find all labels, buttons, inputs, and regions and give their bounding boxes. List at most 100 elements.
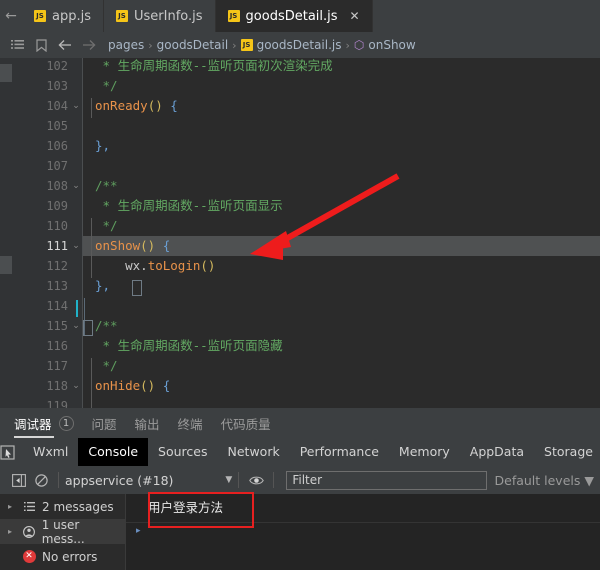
line-number: 104 bbox=[46, 99, 68, 113]
line-number: 115 bbox=[46, 319, 68, 333]
fold-toggle-icon[interactable]: ⌄ bbox=[70, 376, 82, 396]
tool-tab-label: 终端 bbox=[177, 416, 203, 432]
devtools-tab-network[interactable]: Network bbox=[218, 438, 290, 466]
console-sidebar-item-errors[interactable]: ✕ No errors bbox=[0, 544, 125, 569]
code-line[interactable]: onHide() { bbox=[95, 376, 170, 396]
js-file-icon: JS bbox=[240, 39, 253, 51]
code-token: * 生命周期函数--监听页面隐藏 bbox=[95, 338, 283, 353]
breadcrumb-item-onshow[interactable]: onShow bbox=[368, 38, 415, 52]
editor-tab-userinfo-js[interactable]: JS UserInfo.js bbox=[104, 0, 216, 32]
devtools-tab-memory[interactable]: Memory bbox=[389, 438, 460, 466]
devtools-tab-performance[interactable]: Performance bbox=[290, 438, 389, 466]
tool-tab-terminal[interactable]: 终端 bbox=[178, 414, 203, 433]
console-prompt-arrow-icon: ▸ bbox=[136, 526, 141, 536]
tab-scroll-back-button[interactable]: ← bbox=[0, 0, 22, 32]
console-filter-input[interactable]: Filter bbox=[286, 470, 487, 490]
editor-tab-goodsdetail-js[interactable]: JS goodsDetail.js ✕ bbox=[215, 0, 373, 32]
code-token: toLogin bbox=[147, 258, 201, 273]
console-sidebar-item-messages[interactable]: ▸ 2 messages bbox=[0, 494, 125, 519]
console-sidebar-item-user-messages[interactable]: ▸ 1 user mess... bbox=[0, 517, 125, 546]
clear-console-icon[interactable] bbox=[30, 469, 52, 491]
devtools-tab-sources[interactable]: Sources bbox=[148, 438, 217, 466]
code-content[interactable]: 102 * 生命周期函数--监听页面初次渲染完成 103 */104 ⌄ onRead… bbox=[46, 58, 600, 408]
code-token: { bbox=[155, 378, 171, 393]
live-expression-icon[interactable] bbox=[245, 469, 267, 491]
code-token: () bbox=[147, 98, 163, 113]
bracket-match-highlight bbox=[83, 320, 93, 336]
console-sidebar: ▸ 2 messages ▸ 1 user mess... ✕ No error… bbox=[0, 494, 126, 570]
back-arrow-icon[interactable] bbox=[54, 34, 76, 56]
breadcrumb-item-goodsdetail-js[interactable]: goodsDetail.js bbox=[257, 38, 342, 52]
user-icon bbox=[22, 525, 36, 538]
line-number: 112 bbox=[46, 259, 68, 273]
toolbar-divider bbox=[58, 472, 59, 488]
tool-tab-problems[interactable]: 问题 bbox=[92, 414, 117, 433]
chevron-down-icon: ▼ bbox=[584, 472, 594, 488]
code-line[interactable]: */ bbox=[95, 76, 118, 96]
code-line[interactable]: }, bbox=[95, 136, 110, 156]
panel-toggle-icon[interactable] bbox=[8, 469, 30, 491]
breadcrumb-item-pages[interactable]: pages bbox=[108, 38, 144, 52]
line-number: 103 bbox=[46, 79, 68, 93]
editor-tab-label: goodsDetail.js bbox=[245, 8, 338, 24]
list-icon bbox=[22, 502, 36, 511]
tool-tab-debugger[interactable]: 调试器 1 bbox=[14, 414, 74, 433]
devtools-panel: Wxml Console Sources Network Performance… bbox=[0, 438, 600, 570]
code-line[interactable]: * 生命周期函数--监听页面初次渲染完成 bbox=[95, 58, 333, 76]
editor-change-marker bbox=[0, 256, 12, 274]
forward-arrow-icon[interactable] bbox=[78, 34, 100, 56]
line-number: 107 bbox=[46, 159, 68, 173]
line-number: 113 bbox=[46, 279, 68, 293]
code-editor[interactable]: 102 * 生命周期函数--监听页面初次渲染完成 103 */104 ⌄ onRead… bbox=[0, 58, 600, 408]
code-line[interactable]: onShow() { bbox=[95, 236, 170, 256]
fold-toggle-icon[interactable]: ⌄ bbox=[70, 96, 82, 116]
editor-marker-stripe[interactable] bbox=[0, 58, 12, 408]
console-log-levels-dropdown[interactable]: Default levels ▼ bbox=[495, 473, 600, 488]
red-annotation-box bbox=[148, 492, 254, 528]
devtools-tab-appdata[interactable]: AppData bbox=[460, 438, 534, 466]
code-line[interactable]: * 生命周期函数--监听页面隐藏 bbox=[95, 336, 283, 356]
code-line[interactable]: wx.toLogin() bbox=[95, 256, 215, 276]
devtools-tab-wxml[interactable]: Wxml bbox=[23, 438, 78, 466]
code-token: */ bbox=[95, 78, 118, 93]
bookmark-icon[interactable] bbox=[30, 34, 52, 56]
line-number: 119 bbox=[46, 399, 68, 408]
fold-toggle-icon[interactable]: ⌄ bbox=[70, 316, 82, 336]
code-line[interactable]: */ bbox=[95, 216, 118, 236]
editor-tab-bar: ← JS app.js JS UserInfo.js JS goodsDetai… bbox=[0, 0, 600, 32]
console-filter-placeholder: Filter bbox=[292, 473, 323, 487]
code-token: }, bbox=[95, 138, 111, 153]
code-line[interactable]: onReady() { bbox=[95, 96, 178, 116]
fold-toggle-icon[interactable]: ⌄ bbox=[70, 176, 82, 196]
tool-tab-output[interactable]: 输出 bbox=[135, 414, 160, 433]
menu-icon[interactable] bbox=[6, 34, 28, 56]
code-line[interactable]: */ bbox=[95, 356, 118, 376]
code-token: wx bbox=[95, 258, 141, 273]
breadcrumb-item-goodsdetail[interactable]: goodsDetail bbox=[157, 38, 229, 52]
chevron-down-icon: ▼ bbox=[225, 475, 233, 485]
tool-tab-code-quality[interactable]: 代码质量 bbox=[221, 414, 271, 433]
close-icon[interactable]: ✕ bbox=[350, 10, 360, 22]
line-number: 109 bbox=[46, 199, 68, 213]
chevron-right-icon[interactable]: ▸ bbox=[8, 502, 16, 511]
devtools-tab-console[interactable]: Console bbox=[78, 438, 149, 466]
fold-toggle-icon[interactable]: ⌄ bbox=[70, 236, 82, 256]
code-token: /** bbox=[95, 178, 118, 193]
console-context-selector[interactable]: appservice (#18) ▼ bbox=[65, 473, 232, 488]
code-line[interactable]: /** bbox=[95, 176, 118, 196]
editor-tab-app-js[interactable]: JS app.js bbox=[22, 0, 104, 32]
tool-tab-label: 代码质量 bbox=[220, 416, 271, 432]
code-token: * 生命周期函数--监听页面初次渲染完成 bbox=[95, 58, 333, 73]
code-token: * 生命周期函数--监听页面显示 bbox=[95, 198, 283, 213]
code-line[interactable]: }, bbox=[95, 276, 110, 296]
code-line[interactable]: /** bbox=[95, 316, 118, 336]
console-sidebar-label: No errors bbox=[42, 549, 98, 564]
console-body: ▸ 2 messages ▸ 1 user mess... ✕ No error… bbox=[0, 494, 600, 570]
line-number: 106 bbox=[46, 139, 68, 153]
breadcrumb-separator: › bbox=[148, 38, 153, 52]
code-line[interactable]: * 生命周期函数--监听页面显示 bbox=[95, 196, 283, 216]
devtools-tab-storage[interactable]: Storage bbox=[534, 438, 600, 466]
chevron-right-icon[interactable]: ▸ bbox=[8, 527, 16, 536]
console-sidebar-label: 1 user mess... bbox=[41, 517, 85, 546]
inspect-element-icon[interactable] bbox=[0, 438, 15, 466]
